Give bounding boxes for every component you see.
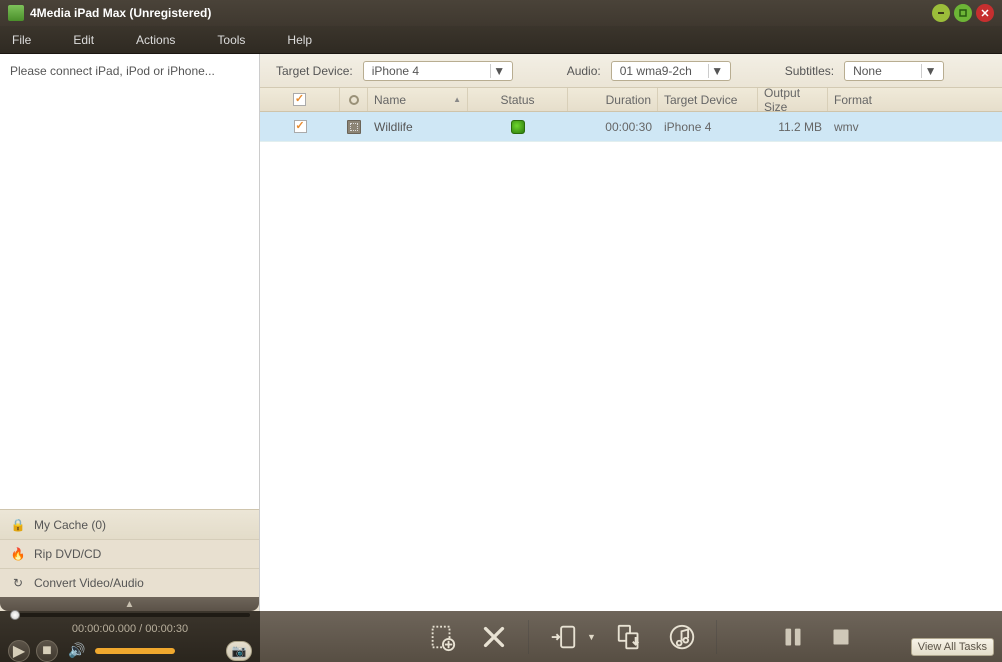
audio-value: 01 wma9-2ch [620, 64, 692, 78]
menu-bar: File Edit Actions Tools Help [0, 26, 1002, 54]
column-check[interactable] [260, 88, 340, 111]
convert-label: Convert Video/Audio [34, 576, 144, 590]
column-target[interactable]: Target Device [658, 88, 758, 111]
sidebar-collapse-button[interactable]: ▲ [0, 597, 259, 611]
stop-button[interactable]: ■ [36, 640, 58, 662]
player-bar: 00:00:00.000 / 00:00:30 ▶ ■ 🔊 📷 [0, 611, 260, 662]
copy-to-computer-button[interactable] [612, 619, 648, 655]
audio-dropdown[interactable]: 01 wma9-2ch ▼ [611, 61, 731, 81]
subtitles-value: None [853, 64, 882, 78]
copy-to-itunes-button[interactable] [664, 619, 700, 655]
menu-file[interactable]: File [12, 33, 31, 47]
title-bar: 4Media iPad Max (Unregistered) [0, 0, 1002, 26]
device-tree: Please connect iPad, iPod or iPhone... [0, 54, 259, 509]
column-size[interactable]: Output Size [758, 88, 828, 111]
chevron-down-icon[interactable]: ▼ [587, 632, 596, 642]
menu-tools[interactable]: Tools [217, 33, 245, 47]
column-name[interactable]: Name▲ [368, 88, 468, 111]
copy-to-device-button[interactable] [545, 619, 581, 655]
volume-slider[interactable] [95, 648, 175, 654]
connect-prompt: Please connect iPad, iPod or iPhone... [6, 62, 253, 80]
content-area: Target Device: iPhone 4 ▼ Audio: 01 wma9… [260, 54, 1002, 611]
action-bar: ▼ View All Tasks [260, 611, 1002, 662]
stop-all-button[interactable] [823, 619, 859, 655]
row-target: iPhone 4 [658, 120, 758, 134]
column-type[interactable] [340, 88, 368, 111]
menu-edit[interactable]: Edit [73, 33, 94, 47]
window-title: 4Media iPad Max (Unregistered) [30, 6, 932, 20]
chevron-down-icon: ▼ [708, 64, 726, 78]
table-row[interactable]: Wildlife 00:00:30 iPhone 4 11.2 MB wmv [260, 112, 1002, 142]
column-duration[interactable]: Duration [568, 88, 658, 111]
menu-actions[interactable]: Actions [136, 33, 175, 47]
minimize-button[interactable] [932, 4, 950, 22]
my-cache-label: My Cache (0) [34, 518, 106, 532]
table-body: Wildlife 00:00:30 iPhone 4 11.2 MB wmv [260, 112, 1002, 611]
audio-label: Audio: [567, 64, 601, 78]
select-all-checkbox[interactable] [293, 93, 306, 106]
close-button[interactable] [976, 4, 994, 22]
app-icon [8, 5, 24, 21]
sidebar-actions: 🔒 My Cache (0) 🔥 Rip DVD/CD ↻ Convert Vi… [0, 509, 259, 611]
column-status[interactable]: Status [468, 88, 568, 111]
chevron-down-icon: ▼ [490, 64, 508, 78]
rip-label: Rip DVD/CD [34, 547, 101, 561]
seek-slider[interactable] [10, 613, 250, 617]
window-buttons [932, 4, 994, 22]
maximize-button[interactable] [954, 4, 972, 22]
sidebar-my-cache[interactable]: 🔒 My Cache (0) [0, 510, 259, 539]
flame-icon: 🔥 [10, 546, 26, 562]
target-device-value: iPhone 4 [372, 64, 419, 78]
status-ready-icon [511, 120, 525, 134]
pause-button[interactable] [775, 619, 811, 655]
add-file-button[interactable] [424, 619, 460, 655]
chevron-down-icon: ▼ [921, 64, 939, 78]
target-device-dropdown[interactable]: iPhone 4 ▼ [363, 61, 513, 81]
sidebar-convert[interactable]: ↻ Convert Video/Audio [0, 568, 259, 597]
sidebar-rip[interactable]: 🔥 Rip DVD/CD [0, 539, 259, 568]
target-device-label: Target Device: [276, 64, 353, 78]
row-format: wmv [828, 120, 1002, 134]
lock-icon: 🔒 [10, 517, 26, 533]
play-button[interactable]: ▶ [8, 640, 30, 662]
view-all-tasks-button[interactable]: View All Tasks [911, 638, 994, 656]
video-file-icon [347, 120, 361, 134]
row-name: Wildlife [368, 120, 468, 134]
subtitles-label: Subtitles: [785, 64, 834, 78]
filter-bar: Target Device: iPhone 4 ▼ Audio: 01 wma9… [260, 54, 1002, 88]
subtitles-dropdown[interactable]: None ▼ [844, 61, 944, 81]
player-time: 00:00:00.000 / 00:00:30 [0, 619, 260, 639]
refresh-icon: ↻ [10, 575, 26, 591]
remove-button[interactable] [476, 619, 512, 655]
column-format[interactable]: Format [828, 88, 1002, 111]
sort-up-icon: ▲ [453, 95, 461, 104]
row-size: 11.2 MB [758, 120, 828, 134]
snapshot-button[interactable]: 📷 [226, 641, 252, 661]
sidebar: Please connect iPad, iPod or iPhone... 🔒… [0, 54, 260, 611]
volume-icon: 🔊 [68, 642, 85, 659]
row-checkbox[interactable] [294, 120, 307, 133]
row-duration: 00:00:30 [568, 120, 658, 134]
menu-help[interactable]: Help [287, 33, 312, 47]
table-header: Name▲ Status Duration Target Device Outp… [260, 88, 1002, 112]
